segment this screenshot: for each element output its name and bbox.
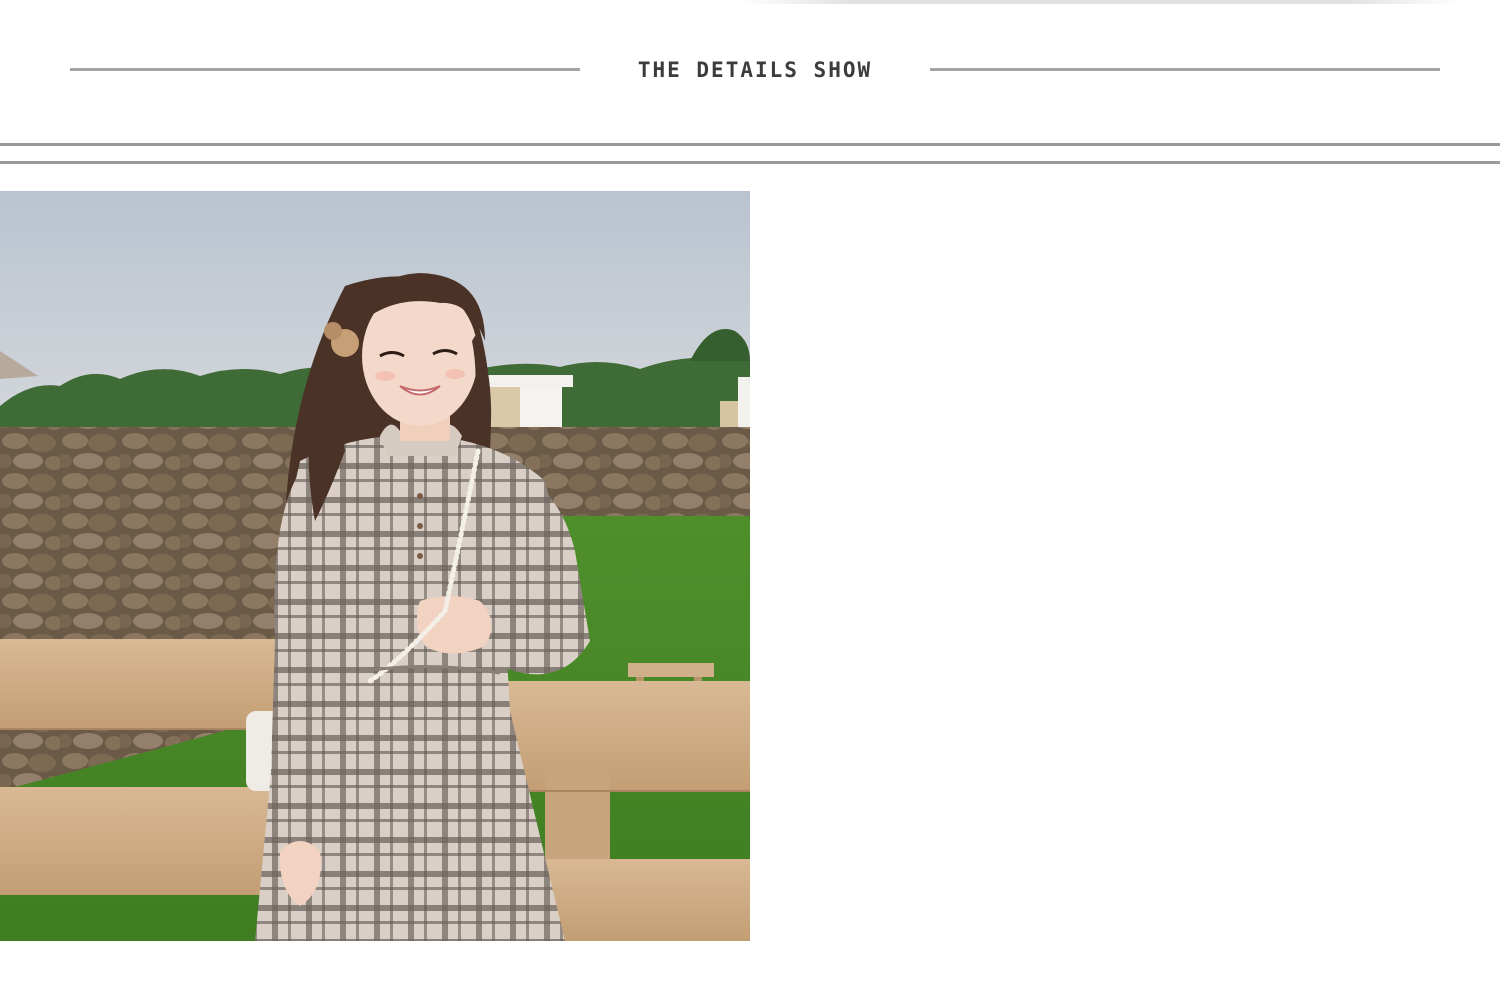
- title-rule-right: [930, 68, 1440, 71]
- product-photo: [0, 191, 750, 941]
- divider-bottom: [0, 161, 1500, 164]
- top-fade-line: [740, 0, 1460, 4]
- section-title: THE DETAILS SHOW: [637, 58, 873, 82]
- title-rule-left: [70, 68, 580, 71]
- divider-top: [0, 143, 1500, 146]
- photo-illustration: [0, 191, 750, 941]
